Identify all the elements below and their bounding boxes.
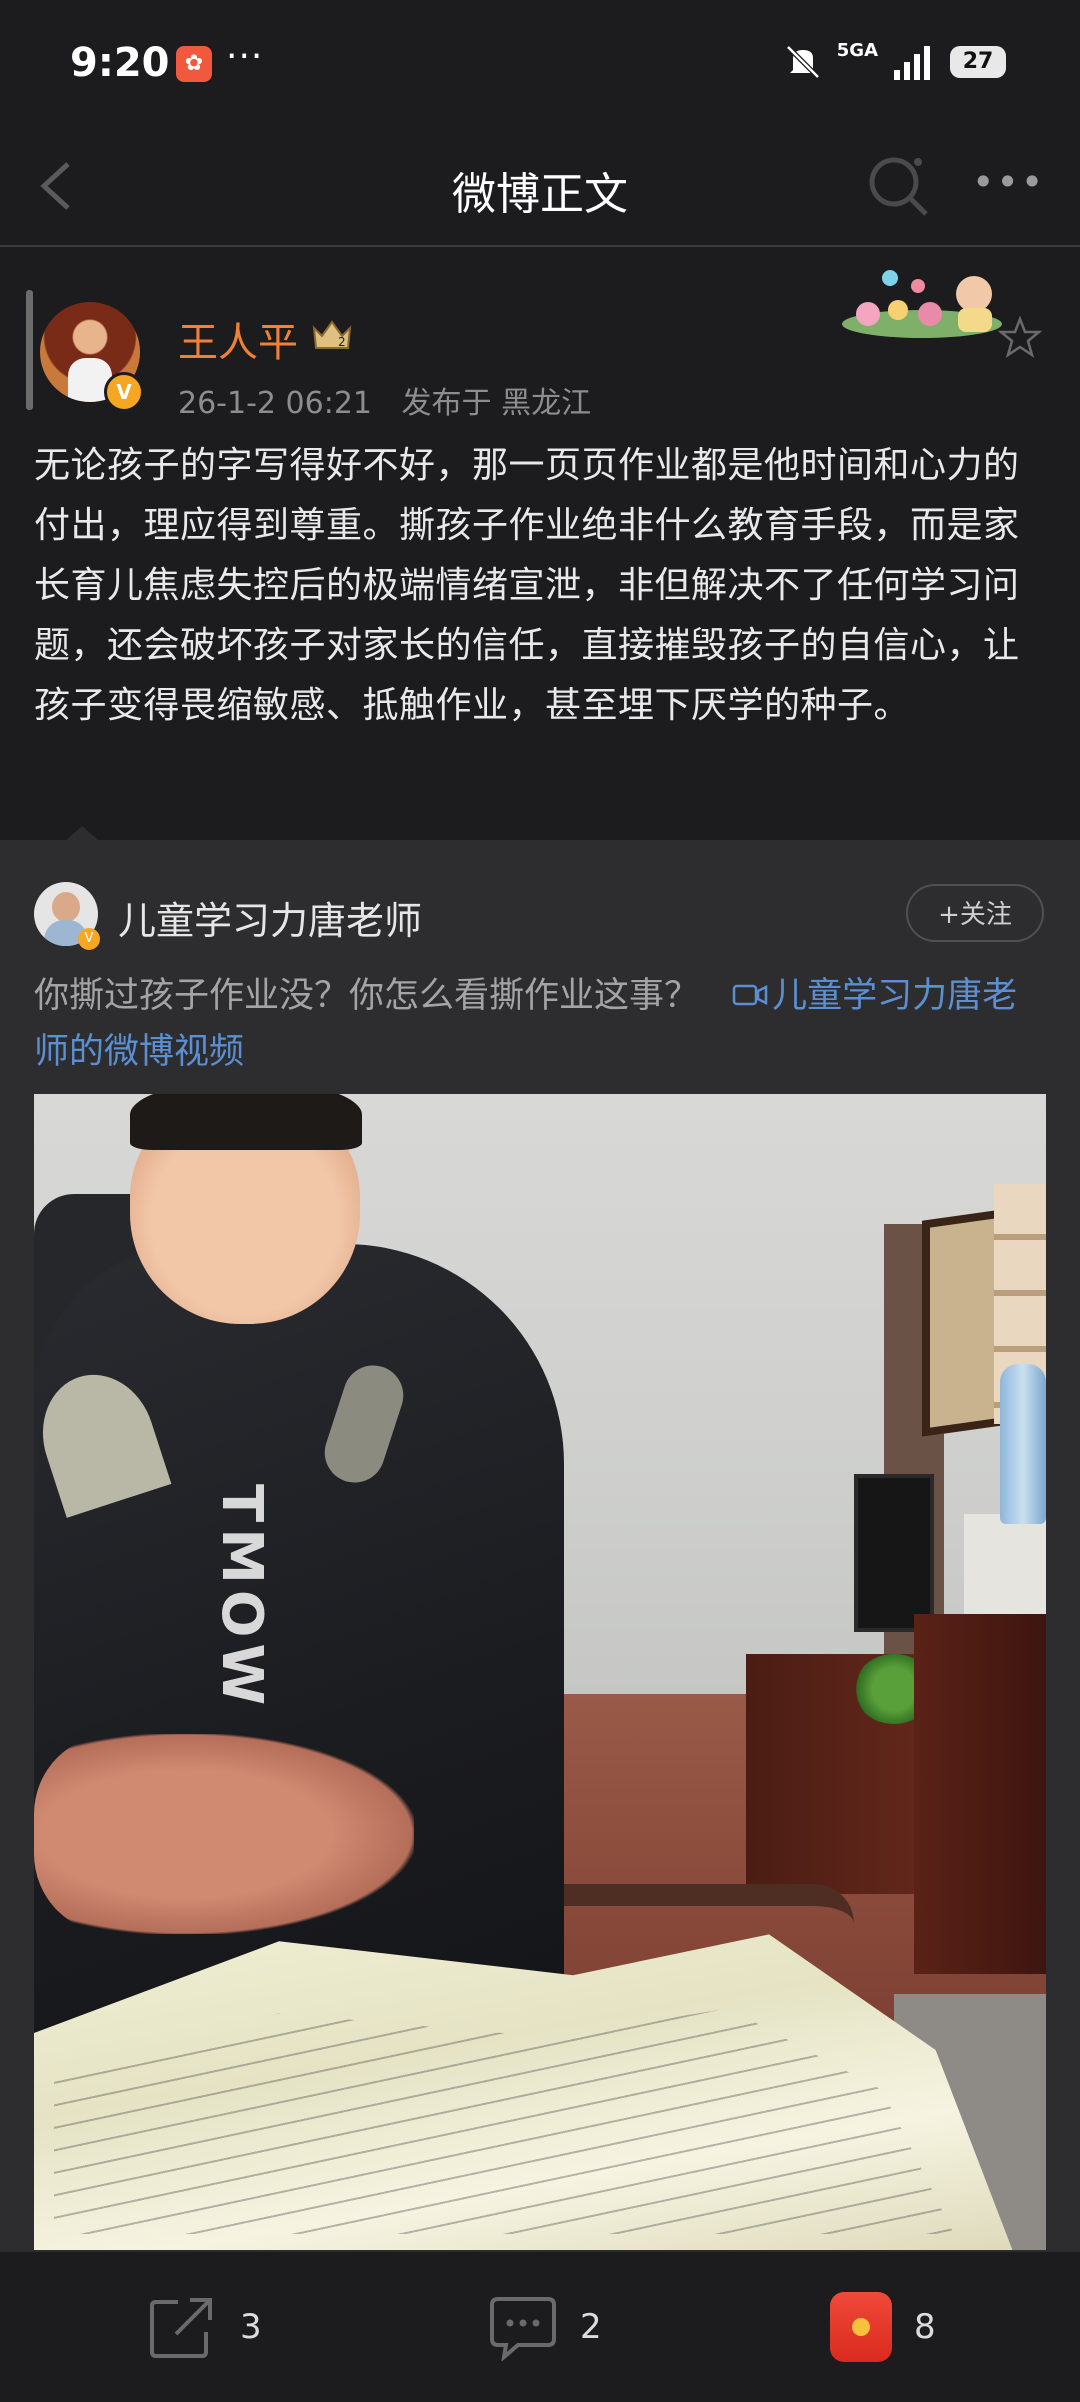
level-crown-icon: 2 xyxy=(312,320,352,349)
favorite-star-icon[interactable] xyxy=(998,316,1042,360)
more-options-icon[interactable]: ••• xyxy=(972,160,1045,204)
status-indicators: 5GA 27 xyxy=(783,39,1006,82)
share-icon xyxy=(150,2298,212,2358)
post-location: 发布于 黑龙江 xyxy=(401,386,592,421)
video-scene-side-cabinet xyxy=(914,1614,1046,1974)
post-timestamp: 26-1-2 06:21 xyxy=(178,386,372,421)
video-shirt-text: TMOW xyxy=(209,1484,274,1712)
video-scene-hands xyxy=(34,1734,414,1934)
video-scene-water-bottle xyxy=(1000,1364,1046,1524)
repost-author-name[interactable]: 儿童学习力唐老师 xyxy=(118,890,422,945)
red-envelope-like-icon xyxy=(830,2292,892,2362)
comment-action[interactable]: 2 xyxy=(488,2252,602,2402)
battery-icon: 27 xyxy=(950,46,1006,78)
nav-bar: 微博正文 ••• xyxy=(0,130,1080,247)
search-icon[interactable] xyxy=(866,152,932,218)
bottom-action-bar: 3 2 8 xyxy=(0,2250,1080,2402)
repost-card[interactable]: V 儿童学习力唐老师 +关注 你撕过孩子作业没？你怎么看撕作业这事？ 儿童学习力… xyxy=(0,826,1080,2250)
level-badge-number: 2 xyxy=(338,335,346,349)
status-bar: 9:20 ✿ ··· 5GA 27 xyxy=(0,0,1080,130)
network-label: 5GA xyxy=(836,39,878,61)
verified-icon: V xyxy=(104,372,144,412)
post-body-text: 无论孩子的字写得好不好，那一页页作业都是他时间和心力的付出，理应得到尊重。撕孩子… xyxy=(34,445,1020,726)
repost-action[interactable]: 3 xyxy=(148,2252,262,2402)
repost-body-text: 你撕过孩子作业没？你怎么看撕作业这事？ xyxy=(34,976,700,1016)
author-accent-bar xyxy=(26,290,33,410)
repost-verified-icon: V xyxy=(78,928,100,950)
video-icon xyxy=(732,984,768,1006)
video-scene-dispenser xyxy=(964,1514,1046,1624)
like-action[interactable]: 8 xyxy=(830,2252,936,2402)
video-scene-child-hair xyxy=(130,1094,362,1150)
comment-icon xyxy=(490,2297,556,2361)
repost-pointer xyxy=(64,826,100,842)
status-time: 9:20 xyxy=(70,40,170,86)
status-more-icon: ··· xyxy=(226,36,264,77)
avatar-face xyxy=(52,892,80,922)
like-count: 8 xyxy=(914,2307,936,2347)
signal-icon xyxy=(894,46,930,80)
mute-icon xyxy=(785,45,820,79)
author-name[interactable]: 王人平 xyxy=(178,310,298,368)
follow-button[interactable]: +关注 xyxy=(906,884,1044,942)
like-icon-dot xyxy=(852,2318,870,2336)
video-thumbnail[interactable]: TMOW xyxy=(34,1094,1046,2250)
repost-text: 你撕过孩子作业没？你怎么看撕作业这事？ 儿童学习力唐老师的微博视频 xyxy=(34,968,1044,1080)
post-meta: 26-1-2 06:21 发布于 黑龙江 xyxy=(178,378,611,422)
video-scene-tv xyxy=(854,1474,934,1632)
baidu-app-icon: ✿ xyxy=(176,46,212,82)
repost-count: 3 xyxy=(240,2307,262,2347)
flower-decoration-icon xyxy=(842,270,1002,338)
comment-count: 2 xyxy=(580,2307,602,2347)
